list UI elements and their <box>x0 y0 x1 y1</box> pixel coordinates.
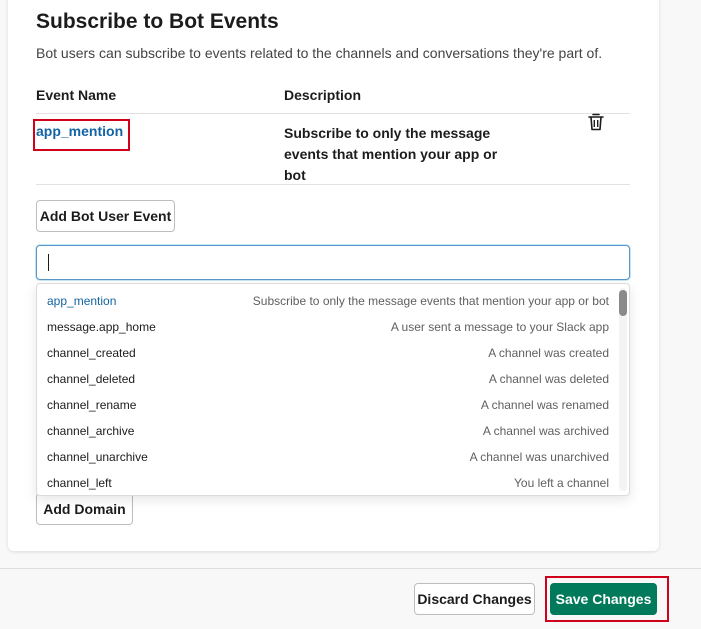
save-button-highlight <box>545 576 669 622</box>
section-title: Subscribe to Bot Events <box>36 10 279 33</box>
dropdown-item-description: A channel was archived <box>482 424 609 438</box>
event-search-input[interactable] <box>36 245 630 280</box>
dropdown-item-description: Subscribe to only the message events tha… <box>252 294 609 308</box>
row-divider <box>36 184 630 185</box>
dropdown-item[interactable]: app_mention Subscribe to only the messag… <box>37 288 617 314</box>
dropdown-item[interactable]: channel_archive A channel was archived <box>37 418 617 444</box>
dropdown-item-description: A user sent a message to your Slack app <box>390 320 609 334</box>
event-description: Subscribe to only the message events tha… <box>284 125 498 183</box>
header-divider <box>36 113 630 114</box>
dropdown-item-name: message.app_home <box>47 320 156 334</box>
dropdown-item[interactable]: channel_left You left a channel <box>37 470 617 495</box>
dropdown-scrollbar-thumb[interactable] <box>619 290 627 316</box>
dropdown-item-name: channel_archive <box>47 424 135 438</box>
dropdown-item[interactable]: channel_rename A channel was renamed <box>37 392 617 418</box>
dropdown-item[interactable]: channel_unarchive A channel was unarchiv… <box>37 444 617 470</box>
add-bot-user-event-button[interactable]: Add Bot User Event <box>36 200 175 232</box>
dropdown-item[interactable]: message.app_home A user sent a message t… <box>37 314 617 340</box>
dropdown-item[interactable]: channel_created A channel was created <box>37 340 617 366</box>
dropdown-item-name: channel_unarchive <box>47 450 148 464</box>
dropdown-item-name: channel_created <box>47 346 136 360</box>
dropdown-item-description: A channel was created <box>488 346 609 360</box>
discard-changes-button[interactable]: Discard Changes <box>414 583 535 615</box>
dropdown-item-name: channel_deleted <box>47 372 136 386</box>
event-name-highlight <box>33 119 130 151</box>
trash-icon[interactable] <box>588 113 604 131</box>
dropdown-scrollbar-track[interactable] <box>619 288 627 491</box>
dropdown-item[interactable]: channel_deleted A channel was deleted <box>37 366 617 392</box>
dropdown-item-description: You left a channel <box>514 476 609 490</box>
dropdown-item-description: A channel was unarchived <box>469 450 609 464</box>
dropdown-item-description: A channel was deleted <box>488 372 609 386</box>
text-caret <box>48 254 49 271</box>
dropdown-item-name: channel_left <box>47 476 112 490</box>
dropdown-item-description: A channel was renamed <box>480 398 609 412</box>
footer-divider <box>0 568 701 569</box>
dropdown-item-name: app_mention <box>47 294 117 308</box>
column-header-event-name: Event Name <box>36 87 117 103</box>
column-header-description: Description <box>284 87 362 103</box>
section-description: Bot users can subscribe to events relate… <box>36 45 603 61</box>
event-suggestions-dropdown: app_mention Subscribe to only the messag… <box>36 283 630 496</box>
dropdown-item-name: channel_rename <box>47 398 137 412</box>
add-domain-button[interactable]: Add Domain <box>36 493 133 525</box>
